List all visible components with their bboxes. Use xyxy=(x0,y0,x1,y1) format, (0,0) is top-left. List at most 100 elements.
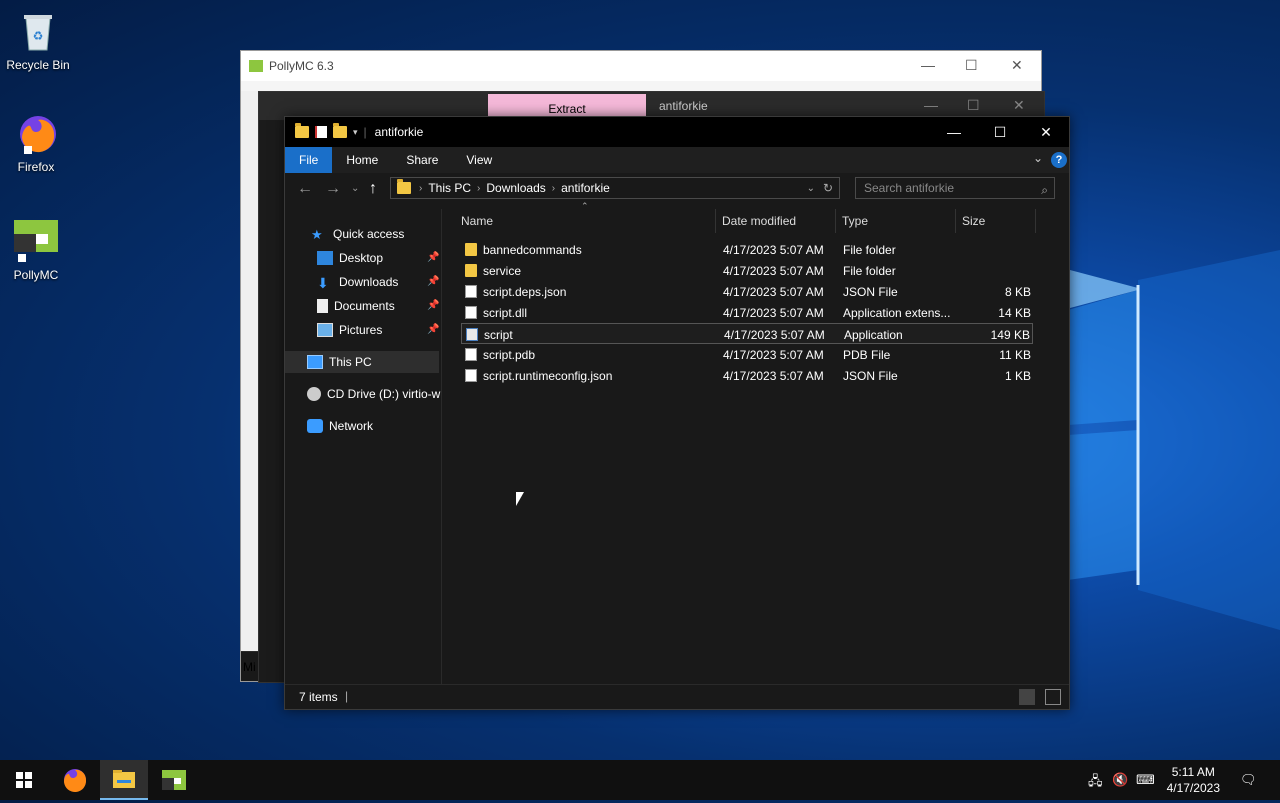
column-separator[interactable] xyxy=(835,209,836,233)
nav-cd-drive[interactable]: CD Drive (D:) virtio-w xyxy=(307,383,440,405)
star-icon: ★ xyxy=(311,227,323,242)
table-row[interactable]: script.dll 4/17/2023 5:07 AM Application e… xyxy=(461,302,1033,323)
expand-ribbon-icon[interactable]: ⌄ xyxy=(1033,151,1043,165)
start-button[interactable] xyxy=(0,760,48,800)
search-input[interactable]: Search antiforkie ⌕ xyxy=(855,177,1055,199)
nav-pictures[interactable]: Pictures xyxy=(317,319,382,341)
breadcrumb-this-pc[interactable]: This PC xyxy=(428,181,471,195)
extract-tab[interactable]: Extract xyxy=(488,94,646,118)
maximize-icon[interactable]: ☐ xyxy=(967,97,980,114)
address-dropdown-icon[interactable]: ⌄ xyxy=(807,183,815,194)
nav-downloads[interactable]: ⬇ Downloads xyxy=(317,271,398,293)
desktop-icon-label: Recycle Bin xyxy=(6,58,70,72)
explorer-window[interactable]: ▾ | antiforkie — ☐ ✕ File Home Share Vie… xyxy=(284,116,1070,710)
desktop-icon-pollymc[interactable]: PollyMC xyxy=(0,220,72,282)
nav-quick-access[interactable]: ★ Quick access xyxy=(311,223,404,245)
desktop-icon-recycle-bin[interactable]: ♻ Recycle Bin xyxy=(2,10,74,72)
properties-icon[interactable] xyxy=(315,126,327,138)
breadcrumb-antiforkie[interactable]: antiforkie xyxy=(561,181,610,195)
item-count: 7 items xyxy=(299,690,338,704)
large-icons-view-icon[interactable] xyxy=(1045,689,1061,705)
network-tray-icon[interactable]: 🖧 xyxy=(1088,772,1103,794)
close-icon[interactable]: ✕ xyxy=(1011,57,1023,74)
file-date: 4/17/2023 5:07 AM xyxy=(723,285,824,299)
file-date: 4/17/2023 5:07 AM xyxy=(723,264,824,278)
desktop-icon-label: Firefox xyxy=(17,160,55,174)
keyboard-icon[interactable]: ⌨ xyxy=(1136,772,1155,788)
sort-ascending-icon: ⌃ xyxy=(581,201,589,211)
taskbar-pollymc[interactable] xyxy=(150,760,198,800)
minimize-icon[interactable]: — xyxy=(924,97,938,113)
recent-locations-icon[interactable]: ⌄ xyxy=(351,183,359,194)
clock-time: 5:11 AM xyxy=(1171,765,1215,779)
notifications-icon[interactable]: 🗨 xyxy=(1240,772,1257,788)
nav-network[interactable]: Network xyxy=(307,415,373,437)
nav-documents[interactable]: Documents xyxy=(317,295,395,317)
file-type: Application extens... xyxy=(843,306,951,320)
back-icon[interactable]: ← xyxy=(297,180,313,198)
taskbar-firefox[interactable] xyxy=(50,760,98,800)
tab-view[interactable]: View xyxy=(452,147,506,173)
column-header-size[interactable]: Size xyxy=(962,209,985,233)
minimize-icon[interactable]: — xyxy=(931,117,977,147)
forward-icon[interactable]: → xyxy=(325,180,341,198)
clock[interactable]: 5:11 AM 4/17/2023 xyxy=(1167,764,1220,796)
table-row[interactable]: script.runtimeconfig.json 4/17/2023 5:07 … xyxy=(461,365,1033,386)
table-row[interactable]: script.pdb 4/17/2023 5:07 AM PDB File 11 KB xyxy=(461,344,1033,365)
table-row[interactable]: service 4/17/2023 5:07 AM File folder xyxy=(461,260,1033,281)
pin-icon[interactable]: 📌 xyxy=(427,252,439,263)
application-icon xyxy=(466,328,478,341)
column-separator[interactable] xyxy=(715,209,716,233)
table-row[interactable]: bannedcommands 4/17/2023 5:07 AM File fold… xyxy=(461,239,1033,260)
up-icon[interactable]: ↑ xyxy=(369,180,377,198)
close-icon[interactable]: ✕ xyxy=(1023,117,1069,147)
table-row[interactable]: script 4/17/2023 5:07 AM Application 149 KB xyxy=(461,323,1033,344)
help-icon[interactable]: ? xyxy=(1051,152,1067,168)
quick-access-toolbar: ▾ | xyxy=(285,123,367,139)
tab-home[interactable]: Home xyxy=(332,147,392,173)
explorer-titlebar[interactable]: ▾ | antiforkie — ☐ ✕ xyxy=(285,117,1069,147)
refresh-icon[interactable]: ↻ xyxy=(823,181,833,195)
file-type: JSON File xyxy=(843,369,898,383)
file-name: script.runtimeconfig.json xyxy=(483,369,613,383)
column-separator[interactable] xyxy=(1035,209,1036,233)
pollymc-title: PollyMC 6.3 xyxy=(269,59,334,73)
nav-this-pc[interactable]: This PC xyxy=(285,351,439,373)
file-date: 4/17/2023 5:07 AM xyxy=(723,348,824,362)
column-header-date[interactable]: Date modified xyxy=(722,209,796,233)
address-bar[interactable]: › This PC › Downloads › antiforkie ⌄ ↻ xyxy=(390,177,840,199)
file-type: Application xyxy=(844,328,903,342)
minimize-icon[interactable]: — xyxy=(921,57,935,73)
table-row[interactable]: script.deps.json 4/17/2023 5:07 AM JSON Fi… xyxy=(461,281,1033,302)
maximize-icon[interactable]: ☐ xyxy=(965,57,978,74)
pollymc-titlebar[interactable]: PollyMC 6.3 — ☐ ✕ xyxy=(241,51,1041,81)
windows-start-icon xyxy=(16,772,32,788)
cd-drive-icon xyxy=(307,387,321,401)
clock-date: 4/17/2023 xyxy=(1166,781,1220,795)
firefox-icon xyxy=(64,769,87,793)
search-placeholder: Search antiforkie xyxy=(864,181,955,195)
desktop-icon-firefox[interactable]: Firefox xyxy=(0,112,72,174)
tab-file[interactable]: File xyxy=(285,147,333,173)
taskbar-file-explorer[interactable] xyxy=(100,760,148,800)
file-name: script.dll xyxy=(483,306,528,320)
pin-icon[interactable]: 📌 xyxy=(427,300,439,311)
pin-icon[interactable]: 📌 xyxy=(427,324,439,335)
volume-muted-icon[interactable]: 🔇 xyxy=(1112,772,1128,788)
new-folder-icon[interactable] xyxy=(333,123,347,138)
column-header-name[interactable]: Name xyxy=(461,209,493,233)
maximize-icon[interactable]: ☐ xyxy=(977,117,1023,147)
pin-icon[interactable]: 📌 xyxy=(427,276,439,287)
firefox-icon xyxy=(14,112,58,156)
breadcrumb-downloads[interactable]: Downloads xyxy=(486,181,545,195)
search-icon: ⌕ xyxy=(1041,183,1048,197)
nav-desktop[interactable]: Desktop xyxy=(317,247,383,269)
customize-toolbar-icon[interactable]: ▾ xyxy=(353,127,358,138)
close-icon[interactable]: ✕ xyxy=(1013,97,1025,114)
column-separator[interactable] xyxy=(955,209,956,233)
file-name: script.pdb xyxy=(483,348,536,362)
details-view-icon[interactable] xyxy=(1019,689,1035,705)
column-header-type[interactable]: Type xyxy=(842,209,868,233)
taskbar: 🖧 🔇 ⌨ 5:11 AM 4/17/2023 🗨 xyxy=(0,760,1280,800)
tab-share[interactable]: Share xyxy=(392,147,452,173)
